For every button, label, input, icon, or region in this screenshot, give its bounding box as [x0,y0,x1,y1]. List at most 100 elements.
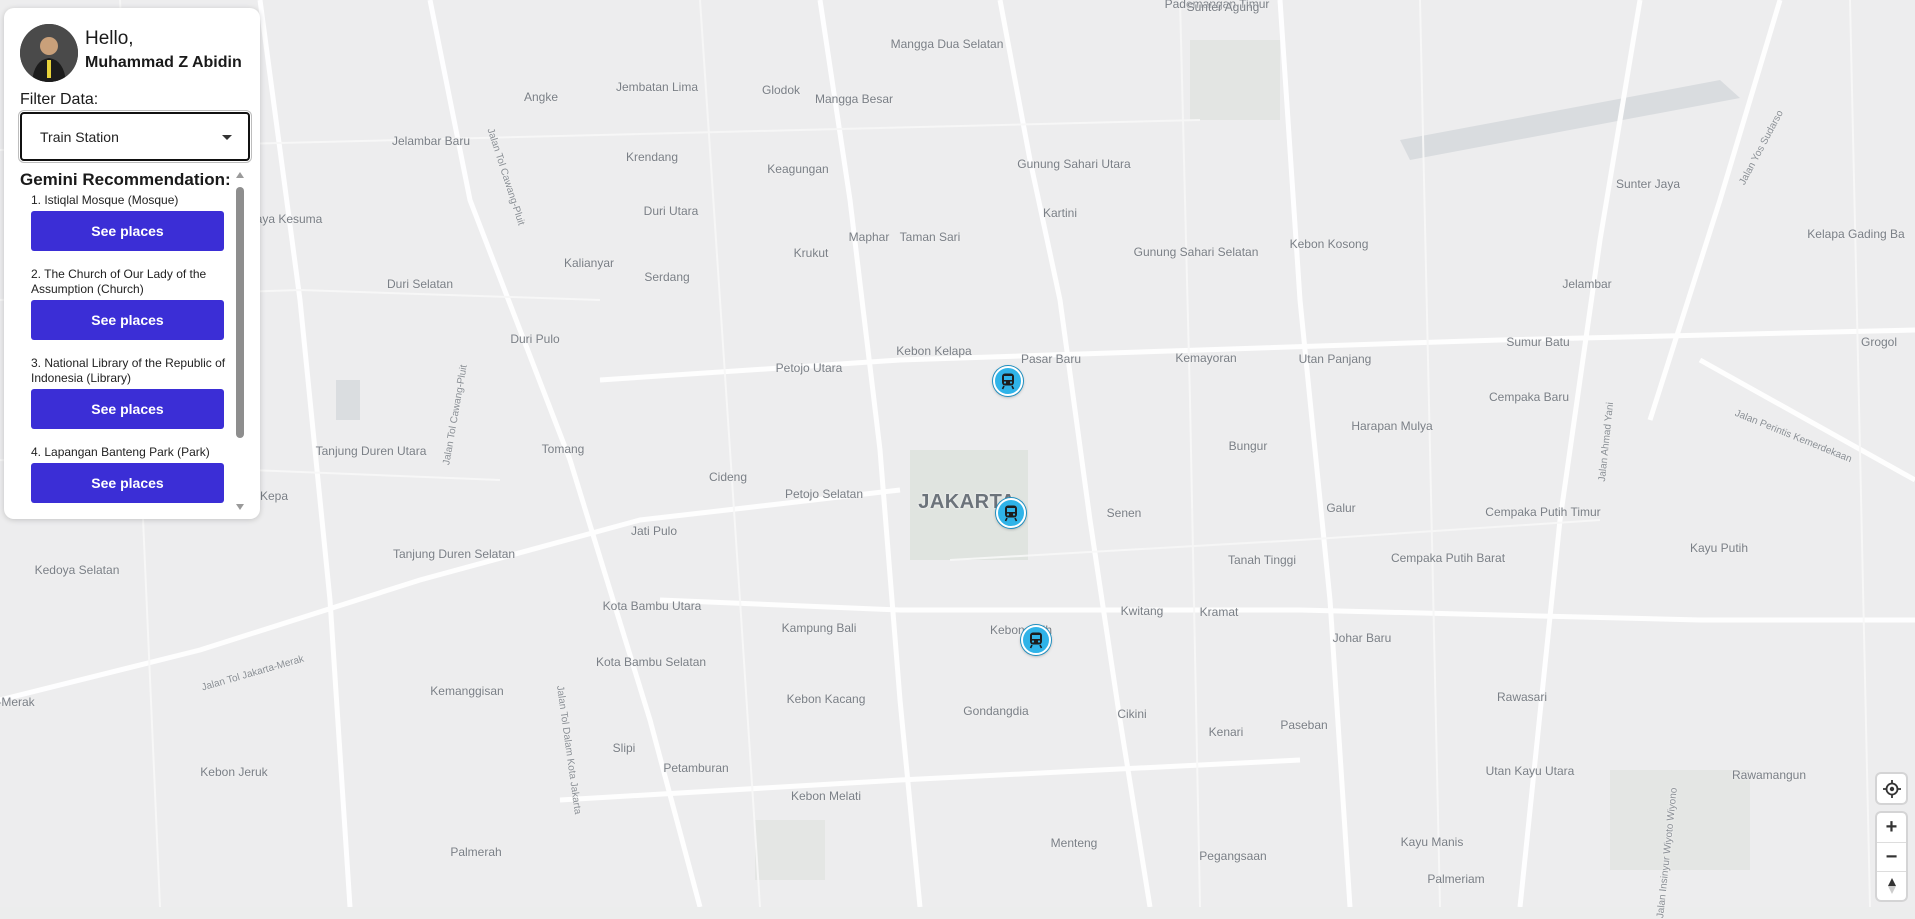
recommendation-item: 1. Istiqlal Mosque (Mosque) See places [31,193,231,251]
train-icon [1029,632,1043,649]
recommendation-item: 4. Lapangan Banteng Park (Park) See plac… [31,445,231,503]
map-place-label: Utan Kayu Utara [1485,764,1575,778]
see-places-button[interactable]: See places [31,389,224,429]
train-station-marker[interactable] [1021,625,1051,655]
filter-selected-value: Train Station [40,128,119,145]
map-place-label: Harapan Mulya [1351,419,1433,433]
geolocate-icon [1882,779,1901,798]
geolocate-button[interactable] [1877,774,1906,803]
map-place-label: Tanah Tinggi [1227,553,1297,567]
map-place-label: Sunter Jaya [1615,177,1681,191]
map-place-label: Palmerah [450,845,502,859]
map-place-label: Slipi [612,741,636,755]
zoom-in-button[interactable]: + [1877,813,1906,842]
map-place-label: Paseban [1280,718,1328,732]
see-places-button[interactable]: See places [31,300,224,340]
avatar [20,24,78,82]
map-place-label: Cempaka Baru [1488,390,1570,404]
zoom-out-button[interactable]: − [1877,842,1906,871]
map-place-label: Cempaka Putih Timur [1485,505,1601,519]
map-place-label: Kemanggisan [430,684,504,698]
map-place-label: Kampung Bali [781,621,857,635]
map-place-label: Tanjung Duren Selatan [392,547,516,561]
info-panel: Hello, Muhammad Z Abidin Filter Data: Tr… [4,8,260,519]
greeting-text: Hello, [85,28,134,49]
see-places-button[interactable]: See places [31,211,224,251]
recommendation-name: 3. National Library of the Republic of I… [31,356,226,385]
map-place-label: Cempaka Putih Barat [1390,551,1506,565]
map-place-label: Utan Panjang [1298,352,1372,366]
map-canvas[interactable]: Pademangan Timur Sunter Agung Mangga Dua S… [0,0,1915,919]
map-place-label: Kebon Kosong [1289,237,1369,251]
map-place-label: Sumur Batu [1506,335,1570,349]
map-place-label: Kartini [1042,206,1078,220]
map-place-label: Petamburan [663,761,729,775]
map-place-label: Kedoya Selatan [34,563,120,577]
map-place-label: Kalianyar [563,256,615,270]
map-place-label: Kemayoran [1175,351,1237,365]
map-place-label: Gunung Sahari Utara [1017,157,1131,171]
train-station-marker[interactable] [996,498,1026,528]
geolocate-control [1877,774,1906,803]
map-place-label: Kayu Manis [1400,835,1464,849]
map-place-label: Jelambar [1562,277,1612,291]
map-place-label: Jati Pulo [630,524,678,538]
map-place-label: Kepa [259,489,289,503]
recommendation-list[interactable]: 1. Istiqlal Mosque (Mosque) See places 2… [31,193,231,513]
see-places-button[interactable]: See places [31,463,224,503]
map-place-label: Menteng [1050,836,1098,850]
map-place-label: Kenari [1208,725,1244,739]
map-place-label: Senen [1106,506,1142,520]
map-place-label: Kayu Putih [1689,541,1749,555]
map-place-label: Kebon Melati [790,789,862,803]
chevron-down-icon [222,135,232,140]
map-place-label: Petojo Selatan [784,487,864,501]
map-place-label: Sunter Agung [1186,0,1260,14]
recommendation-scrollbar[interactable] [235,172,245,510]
compass-button[interactable] [1877,871,1906,900]
compass-icon [1887,878,1896,894]
train-icon [1004,505,1018,522]
recommendation-item: 2. The Church of Our Lady of the Assumpt… [31,267,231,340]
map-place-label: Keagungan [767,162,829,176]
map-place-label: Serdang [644,270,690,284]
user-name: Muhammad Z Abidin [85,54,242,71]
map-place-label: Kota Bambu Utara [602,599,702,613]
map-place-label: Kebon Jeruk [200,765,268,779]
map-place-label: Gunung Sahari Selatan [1133,245,1259,259]
map-place-label: Cideng [708,470,748,484]
map-place-label: -Merak [0,695,35,709]
map-place-label: aya Kesuma [255,212,323,226]
recommendation-name: 1. Istiqlal Mosque (Mosque) [31,193,179,207]
map-place-label: Angke [523,90,559,104]
filter-select[interactable]: Train Station [18,110,252,163]
map-place-label: Jembatan Lima [615,80,699,94]
map-place-label: Duri Selatan [386,277,454,291]
map-place-label: Mangga Dua Selatan [890,37,1004,51]
map-place-label: Kebon Kacang [786,692,866,706]
map-place-label: Pasar Baru [1020,352,1082,366]
scroll-down-arrow-icon[interactable] [236,504,244,510]
map-place-label: Kramat [1199,605,1239,619]
map-place-label: Pegangsaan [1199,849,1267,863]
map-place-label: Tomang [541,442,585,456]
map-place-label: Duri Utara [643,204,699,218]
map-place-label: Grogol [1860,335,1898,349]
recommendation-name: 4. Lapangan Banteng Park (Park) [31,445,210,459]
map-place-label: Jelambar Baru [391,134,471,148]
map-place-label: Bungur [1228,439,1268,453]
scroll-up-arrow-icon[interactable] [236,172,244,178]
map-place-label: Galur [1326,501,1356,515]
train-station-marker[interactable] [993,366,1023,396]
scrollbar-thumb[interactable] [236,187,244,438]
zoom-control: + − [1877,813,1906,900]
train-icon [1001,373,1015,390]
recommendation-item: 3. National Library of the Republic of I… [31,356,231,429]
map-place-label: Rawasari [1496,690,1548,704]
recommendation-name: 2. The Church of Our Lady of the Assumpt… [31,267,207,296]
map-place-label: Kebon Kelapa [896,344,972,358]
map-place-label: Palmeriam [1427,872,1485,886]
recommendation-title: Gemini Recommendation: [20,170,231,189]
map-place-label: Kota Bambu Selatan [595,655,707,669]
map-place-label: Petojo Utara [775,361,843,375]
